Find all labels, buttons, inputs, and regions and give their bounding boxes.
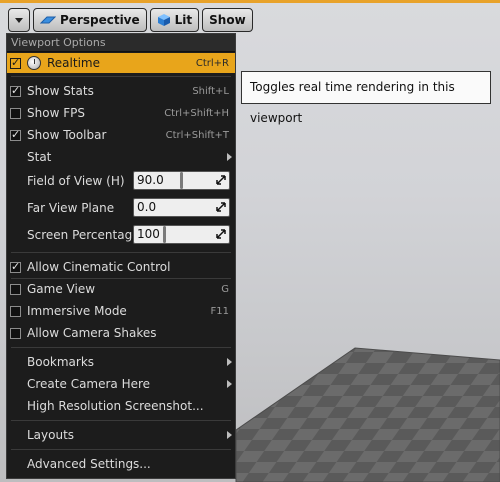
cinematic-label: Allow Cinematic Control — [27, 260, 171, 274]
menu-item-advanced-settings[interactable]: Advanced Settings... — [7, 454, 235, 474]
menu-item-stat[interactable]: Stat — [7, 147, 235, 167]
camera-shakes-checkbox[interactable] — [10, 327, 21, 339]
screen-pct-label: Screen Percentage — [27, 228, 140, 242]
realtime-shortcut: Ctrl+R — [195, 57, 229, 69]
cinematic-checkbox[interactable] — [10, 260, 21, 273]
viewport-options-menu: Viewport Options Realtime Ctrl+R Show St… — [6, 33, 236, 479]
lit-button[interactable]: Lit — [149, 8, 200, 32]
menu-item-hires-screenshot[interactable]: High Resolution Screenshot... — [7, 396, 235, 416]
fov-slider-handle[interactable] — [180, 172, 183, 189]
menu-separator — [11, 449, 231, 450]
game-view-label: Game View — [27, 282, 96, 296]
show-stats-checkbox[interactable] — [10, 84, 21, 97]
immersive-shortcut: F11 — [210, 305, 229, 317]
menu-header: Viewport Options — [7, 34, 235, 52]
hires-label: High Resolution Screenshot... — [27, 399, 204, 413]
menu-item-immersive-mode[interactable]: Immersive Mode F11 — [7, 301, 235, 321]
fov-label: Field of View (H) — [27, 174, 125, 188]
show-toolbar-label: Show Toolbar — [27, 128, 107, 142]
menu-separator — [11, 420, 231, 421]
resize-arrows-icon — [216, 229, 226, 239]
resize-arrows-icon — [216, 202, 226, 212]
far-view-spinbox[interactable]: 0.0 — [133, 198, 230, 217]
viewport-toolbar: Perspective Lit Show — [8, 8, 253, 32]
submenu-arrow-icon — [227, 358, 232, 366]
screen-pct-slider-handle[interactable] — [163, 226, 166, 243]
submenu-arrow-icon — [227, 380, 232, 388]
clock-icon — [27, 56, 41, 70]
chevron-down-icon — [15, 17, 23, 23]
lit-label: Lit — [174, 13, 193, 27]
show-fps-checkbox[interactable] — [10, 107, 21, 119]
menu-item-game-view[interactable]: Game View G — [7, 279, 235, 299]
far-view-label: Far View Plane — [27, 201, 115, 215]
viewport-options-dropdown-button[interactable] — [8, 8, 30, 32]
submenu-arrow-icon — [227, 431, 232, 439]
advanced-label: Advanced Settings... — [27, 457, 151, 471]
menu-item-show-stats[interactable]: Show Stats Shift+L — [7, 81, 235, 101]
menu-item-camera-shakes[interactable]: Allow Camera Shakes — [7, 323, 235, 343]
game-view-checkbox[interactable] — [10, 283, 21, 295]
show-fps-label: Show FPS — [27, 106, 85, 120]
layouts-label: Layouts — [27, 428, 75, 442]
screen-pct-value: 100 — [137, 227, 160, 241]
screen-pct-spinbox[interactable]: 100 — [133, 225, 230, 244]
menu-item-show-toolbar[interactable]: Show Toolbar Ctrl+Shift+T — [7, 125, 235, 145]
realtime-label: Realtime — [47, 56, 100, 70]
menu-item-cinematic-control[interactable]: Allow Cinematic Control — [7, 257, 235, 277]
far-view-value: 0.0 — [137, 200, 157, 214]
game-view-shortcut: G — [221, 283, 229, 295]
show-fps-shortcut: Ctrl+Shift+H — [164, 107, 229, 119]
perspective-icon — [40, 16, 56, 24]
perspective-label: Perspective — [60, 13, 140, 27]
submenu-arrow-icon — [227, 153, 232, 161]
menu-separator — [11, 347, 231, 348]
menu-item-layouts[interactable]: Layouts — [7, 425, 235, 445]
cube-icon — [157, 14, 170, 26]
camera-shakes-label: Allow Camera Shakes — [27, 326, 157, 340]
realtime-checkbox[interactable] — [10, 56, 21, 69]
realtime-tooltip: Toggles real time rendering in this view… — [241, 71, 491, 125]
menu-item-create-camera[interactable]: Create Camera Here — [7, 374, 235, 394]
stat-label: Stat — [27, 150, 52, 164]
bookmarks-label: Bookmarks — [27, 355, 95, 369]
menu-item-show-fps[interactable]: Show FPS Ctrl+Shift+H — [7, 103, 235, 123]
show-stats-shortcut: Shift+L — [192, 85, 229, 97]
show-stats-label: Show Stats — [27, 84, 94, 98]
show-label: Show — [209, 13, 246, 27]
fov-spinbox[interactable]: 90.0 — [133, 171, 230, 190]
menu-separator — [11, 76, 231, 77]
menu-separator — [11, 252, 231, 253]
show-toolbar-shortcut: Ctrl+Shift+T — [165, 129, 229, 141]
immersive-checkbox[interactable] — [10, 305, 21, 317]
resize-arrows-icon — [216, 175, 226, 185]
fov-value: 90.0 — [137, 173, 164, 187]
menu-item-realtime[interactable]: Realtime Ctrl+R — [7, 53, 235, 73]
create-camera-label: Create Camera Here — [27, 377, 151, 391]
immersive-label: Immersive Mode — [27, 304, 127, 318]
perspective-button[interactable]: Perspective — [33, 8, 147, 32]
show-button[interactable]: Show — [202, 8, 253, 32]
menu-item-bookmarks[interactable]: Bookmarks — [7, 352, 235, 372]
show-toolbar-checkbox[interactable] — [10, 128, 21, 141]
